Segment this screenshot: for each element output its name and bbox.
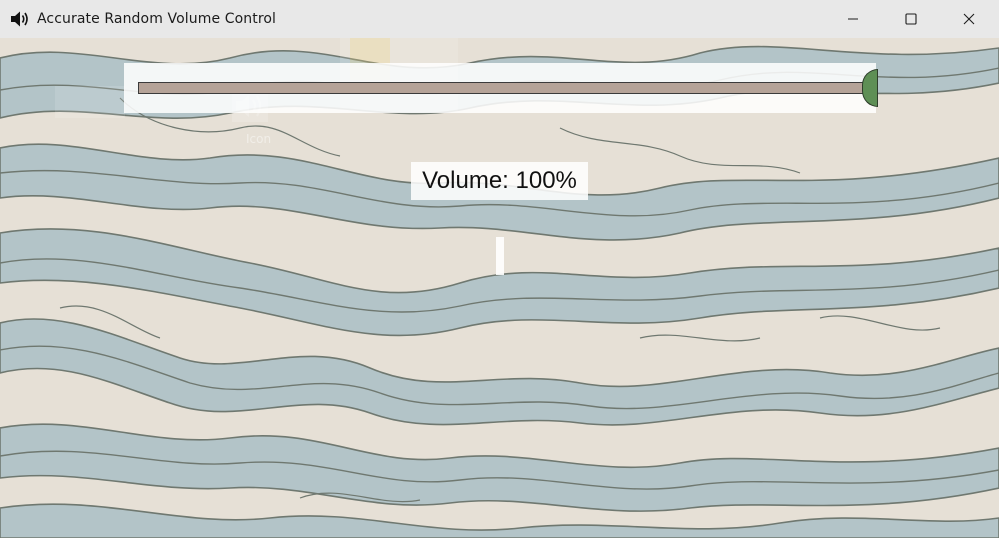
volume-slider-thumb[interactable] bbox=[862, 69, 878, 107]
volume-slider-track[interactable] bbox=[138, 82, 868, 94]
volume-readout: Volume: 100% bbox=[411, 162, 588, 200]
minimize-icon bbox=[848, 18, 858, 20]
close-icon bbox=[963, 13, 975, 25]
window-content: Icon Volume: 100% bbox=[0, 38, 999, 538]
maximize-button[interactable] bbox=[882, 0, 940, 38]
volume-label: Volume: 100% bbox=[422, 167, 577, 194]
close-button[interactable] bbox=[940, 0, 998, 38]
desktop-app-ghost-icon bbox=[55, 86, 125, 123]
title-bar[interactable]: Accurate Random Volume Control bbox=[0, 0, 999, 38]
volume-marker bbox=[496, 237, 504, 275]
desktop-icon-ghost-label: Icon bbox=[246, 132, 272, 146]
topographic-wallpaper bbox=[0, 38, 999, 538]
minimize-button[interactable] bbox=[824, 0, 882, 38]
window-title: Accurate Random Volume Control bbox=[37, 11, 277, 27]
maximize-icon bbox=[905, 13, 917, 25]
speaker-volume-icon bbox=[9, 8, 31, 30]
volume-slider-panel bbox=[124, 63, 878, 113]
